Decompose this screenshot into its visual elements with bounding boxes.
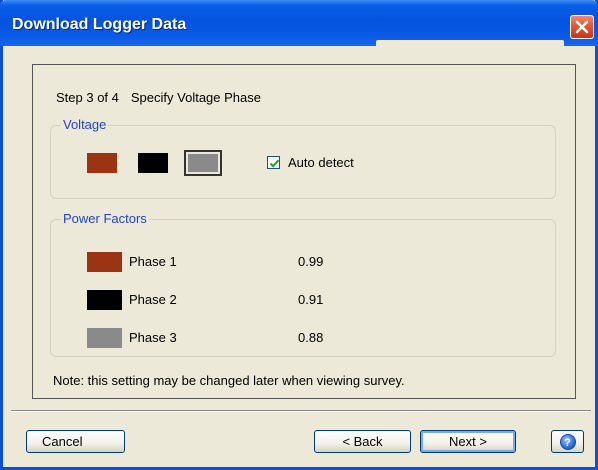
phase-1-value: 0.99 — [298, 254, 324, 269]
phase-3-label: Phase 3 — [129, 330, 177, 345]
title-bar-tab — [376, 40, 564, 46]
dialog-window: Download Logger Data Step 3 of 4 Specify … — [0, 0, 598, 470]
cancel-button[interactable]: Cancel — [26, 430, 125, 453]
voltage-swatch-phase-1[interactable] — [87, 153, 117, 173]
step-label: Step 3 of 4 — [56, 90, 119, 105]
phase-2-label: Phase 2 — [129, 292, 177, 307]
voltage-swatch-phase-2[interactable] — [138, 153, 168, 173]
voltage-swatch-phase-3[interactable] — [184, 150, 222, 176]
check-icon — [269, 159, 280, 168]
auto-detect-checkbox[interactable] — [267, 156, 280, 169]
step-description: Specify Voltage Phase — [130, 90, 261, 105]
voltage-group: Voltage Auto detect — [50, 117, 556, 199]
title-bar[interactable]: Download Logger Data — [0, 0, 598, 46]
voltage-swatch-phase-3-fill — [188, 154, 218, 172]
button-separator — [11, 410, 591, 412]
power-factors-group: Power Factors Phase 1 0.99 Phase 2 0.91 … — [50, 211, 556, 357]
phase-3-swatch — [87, 328, 122, 348]
help-button[interactable]: ? — [551, 430, 584, 453]
phase-2-swatch — [87, 290, 122, 310]
close-button[interactable] — [570, 15, 594, 39]
note-text: Note: this setting may be changed later … — [53, 373, 405, 388]
back-button[interactable]: < Back — [314, 430, 411, 453]
power-factor-row-phase-2: Phase 2 0.91 — [72, 290, 332, 310]
phase-3-value: 0.88 — [298, 330, 324, 345]
voltage-legend: Voltage — [61, 117, 109, 132]
help-icon: ? — [559, 434, 576, 450]
power-factors-legend: Power Factors — [61, 211, 149, 226]
window-title: Download Logger Data — [12, 16, 187, 33]
phase-2-value: 0.91 — [298, 292, 324, 307]
power-factor-row-phase-1: Phase 1 0.99 — [72, 252, 332, 272]
wizard-panel: Step 3 of 4 Specify Voltage Phase Voltage… — [32, 64, 576, 399]
power-factor-row-phase-3: Phase 3 0.88 — [72, 328, 332, 348]
phase-1-swatch — [87, 252, 122, 272]
next-button[interactable]: Next > — [420, 430, 516, 453]
close-icon — [575, 20, 589, 34]
phase-1-label: Phase 1 — [129, 254, 177, 269]
step-header: Step 3 of 4 Specify Voltage Phase — [56, 90, 261, 105]
auto-detect-label[interactable]: Auto detect — [288, 155, 354, 170]
